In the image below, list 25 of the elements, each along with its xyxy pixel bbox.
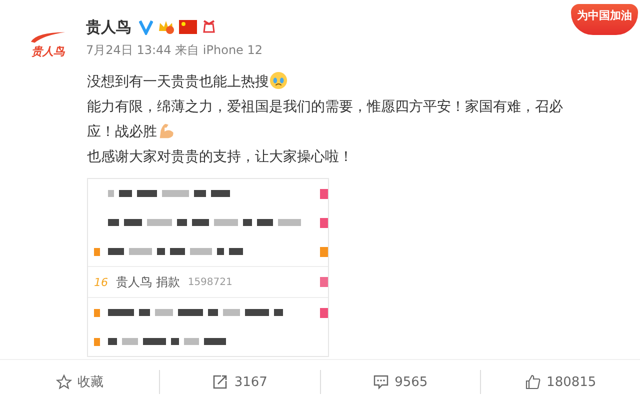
search-count: 1598721 <box>188 276 234 288</box>
repost-button[interactable]: 3167 <box>160 362 320 402</box>
star-icon <box>56 374 72 390</box>
rank-number: 16 <box>94 276 108 288</box>
like-button[interactable]: 180815 <box>480 362 640 402</box>
share-icon <box>212 374 228 390</box>
screenshot-image[interactable]: 16 贵人鸟 捐款 1598721 <box>87 178 329 357</box>
post-text: 应！战必胜 <box>87 124 157 140</box>
brand-logo[interactable]: 贵人鸟 <box>20 24 76 64</box>
comment-button[interactable]: 9565 <box>320 362 480 402</box>
author-name[interactable]: 贵人鸟 <box>86 18 131 36</box>
promo-badge: 为中国加油 <box>571 4 638 35</box>
search-title: 贵人鸟 捐款 <box>116 274 180 290</box>
post-text: 能力有限，绵薄之力，爱祖国是我们的需要，惟愿四方平安！家国有难，召必 <box>87 99 563 115</box>
comment-icon <box>372 374 389 390</box>
verified-icon <box>139 19 153 35</box>
favorite-button[interactable]: 收藏 <box>0 362 160 402</box>
flag-icon <box>179 20 197 34</box>
post-text: 也感谢大家对贵贵的支持，让大家操心啦！ <box>87 149 353 165</box>
crying-emoji-icon <box>269 71 288 90</box>
crown-icon <box>157 19 175 35</box>
thumbs-up-icon <box>524 374 541 390</box>
post-text: 没想到有一天贵贵也能上热搜 <box>87 74 269 90</box>
post-meta: 7月24日 13:44 来自 iPhone 12 <box>86 42 263 59</box>
flexed-arm-icon <box>157 121 176 140</box>
